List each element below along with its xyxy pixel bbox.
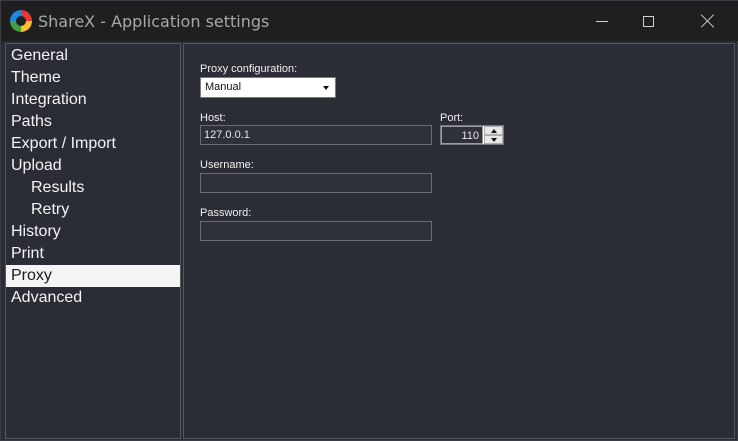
chevron-down-icon (323, 85, 329, 90)
maximize-button[interactable] (625, 1, 671, 41)
proxy-config-value: Manual (205, 81, 242, 93)
password-input[interactable] (200, 221, 432, 241)
arrow-up-icon (490, 128, 497, 133)
sharex-logo-icon (10, 10, 32, 32)
close-button[interactable] (685, 1, 731, 41)
settings-nav-list[interactable]: General Theme Integration Paths Export /… (5, 43, 181, 439)
nav-item-upload[interactable]: Upload (6, 155, 180, 177)
dropdown-arrow[interactable] (316, 78, 335, 97)
arrow-down-icon (490, 137, 497, 142)
host-label: Host: (200, 112, 226, 124)
nav-item-proxy[interactable]: Proxy (6, 265, 180, 287)
proxy-settings-panel: Proxy configuration: Manual Host: 127.0.… (183, 43, 735, 439)
nav-item-general[interactable]: General (6, 45, 180, 67)
username-label: Username: (200, 159, 254, 171)
port-decrement-button[interactable] (484, 135, 503, 144)
nav-item-paths[interactable]: Paths (6, 111, 180, 133)
host-input[interactable]: 127.0.0.1 (200, 125, 432, 145)
proxy-config-dropdown[interactable]: Manual (200, 77, 336, 98)
port-stepper[interactable]: 110 (440, 125, 504, 145)
nav-item-results[interactable]: Results (6, 177, 180, 199)
password-label: Password: (200, 207, 252, 219)
nav-item-advanced[interactable]: Advanced (6, 287, 180, 309)
title-bar[interactable]: ShareX - Application settings (1, 1, 738, 41)
port-value[interactable]: 110 (441, 126, 483, 144)
close-icon (701, 14, 715, 28)
window-title: ShareX - Application settings (38, 12, 270, 31)
port-increment-button[interactable] (484, 126, 503, 135)
nav-item-retry[interactable]: Retry (6, 199, 180, 221)
port-label: Port: (440, 112, 464, 124)
maximize-icon (642, 15, 654, 27)
minimize-button[interactable] (579, 1, 625, 41)
nav-item-print[interactable]: Print (6, 243, 180, 265)
nav-item-theme[interactable]: Theme (6, 67, 180, 89)
nav-item-integration[interactable]: Integration (6, 89, 180, 111)
username-input[interactable] (200, 173, 432, 193)
nav-item-export-import[interactable]: Export / Import (6, 133, 180, 155)
port-spin-buttons (484, 126, 503, 144)
minimize-icon (596, 20, 608, 22)
settings-window: ShareX - Application settings General Th… (0, 0, 738, 441)
proxy-config-label: Proxy configuration: (200, 63, 298, 75)
nav-item-history[interactable]: History (6, 221, 180, 243)
